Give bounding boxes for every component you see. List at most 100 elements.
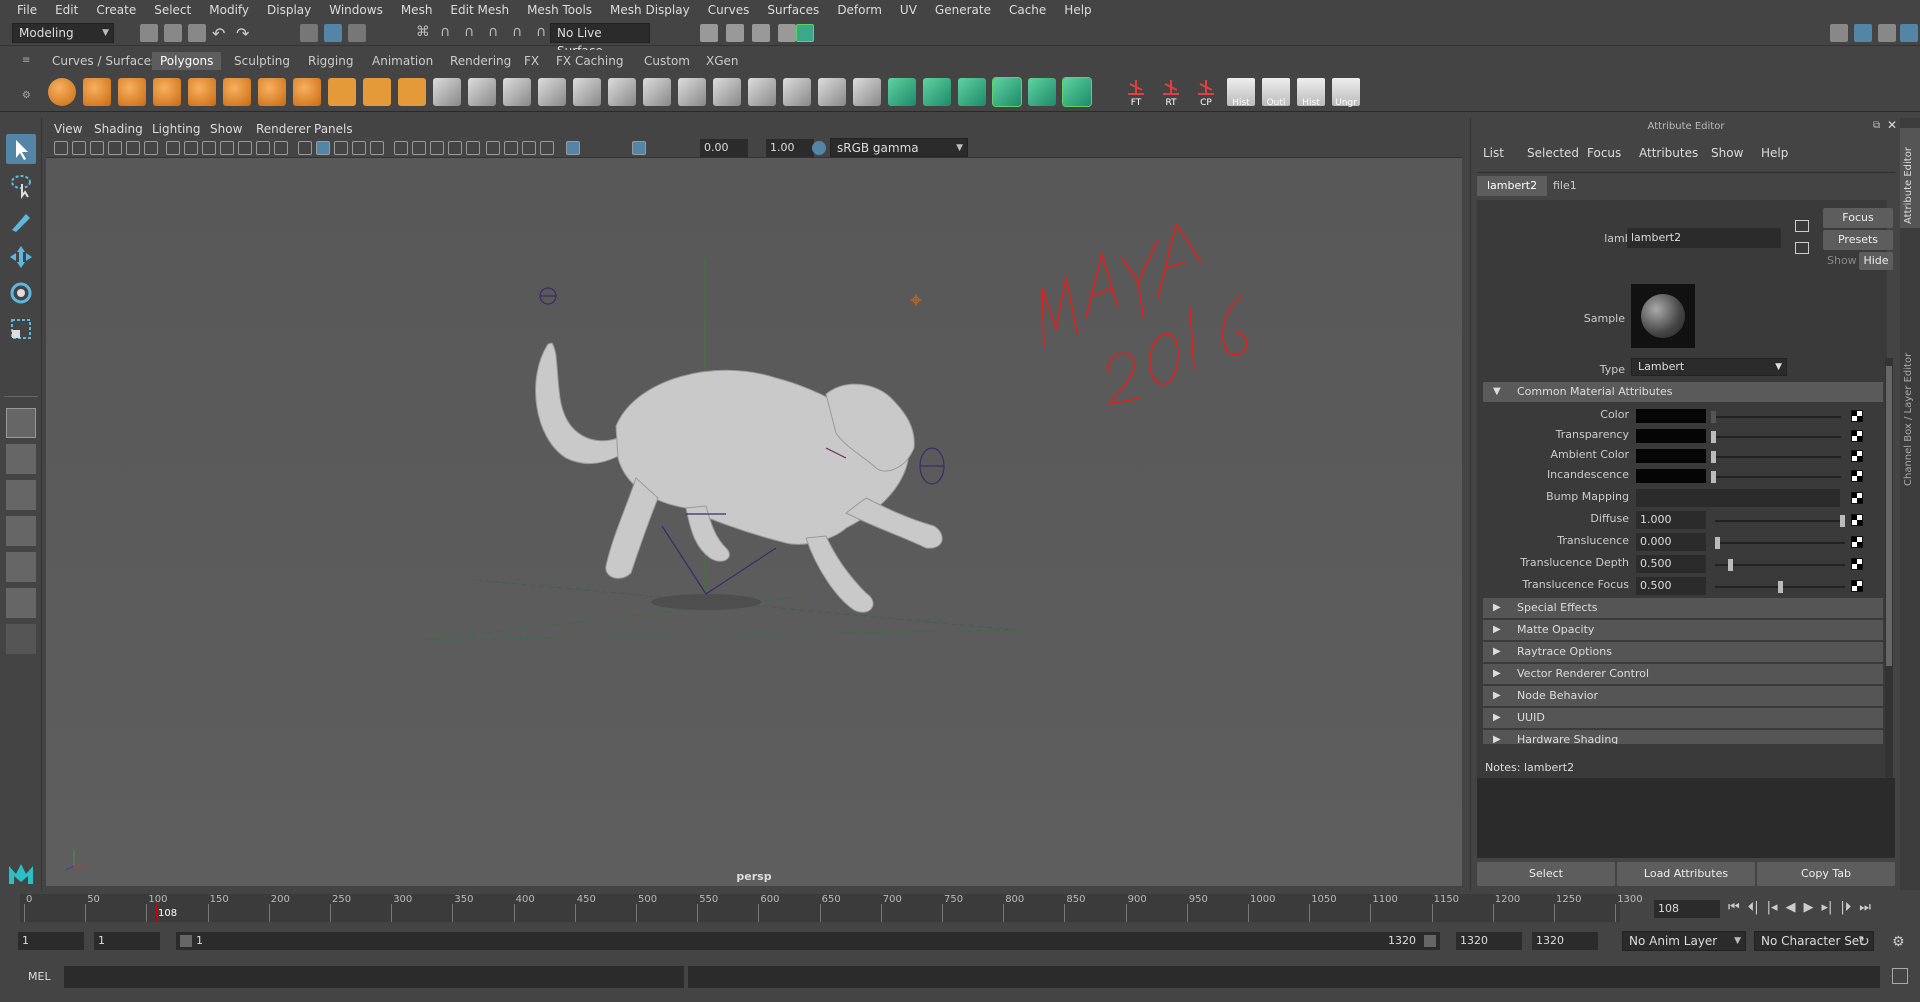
type-dropdown[interactable]: Lambert ▼ bbox=[1631, 358, 1787, 376]
shelf-tab-curves-surfaces[interactable]: Curves / Surfaces bbox=[44, 52, 165, 70]
bump-mapping-field[interactable] bbox=[1636, 489, 1840, 507]
bump-mapping-map-button-icon[interactable] bbox=[1851, 492, 1863, 504]
snap-point-icon[interactable]: ∩ bbox=[464, 24, 482, 42]
transparency-swatch[interactable] bbox=[1636, 429, 1706, 443]
save-scene-icon[interactable] bbox=[188, 24, 206, 42]
poly-cone-icon[interactable] bbox=[153, 78, 181, 106]
tab-file1[interactable]: file1 bbox=[1543, 176, 1587, 196]
translucence-focus-slider-knob[interactable] bbox=[1778, 581, 1783, 593]
poly-pyramid-icon[interactable] bbox=[258, 78, 286, 106]
mirror-icon[interactable] bbox=[503, 78, 531, 106]
presets-button[interactable]: Presets bbox=[1823, 230, 1893, 250]
section-special-effects[interactable]: ▶ Special Effects bbox=[1483, 598, 1883, 618]
incandescence-slider-knob[interactable] bbox=[1711, 471, 1716, 483]
paint-select-tool-icon[interactable] bbox=[6, 206, 36, 236]
undo-icon[interactable]: ↶ bbox=[212, 24, 230, 43]
combine-icon[interactable] bbox=[328, 78, 356, 106]
open-scene-icon[interactable] bbox=[164, 24, 182, 42]
menu-curves[interactable]: Curves bbox=[699, 0, 759, 20]
diffuse-slider-knob[interactable] bbox=[1840, 515, 1845, 527]
separate-icon[interactable] bbox=[363, 78, 391, 106]
translucence-depth-field[interactable]: 0.500 bbox=[1636, 555, 1706, 573]
auto-key-icon[interactable]: ↻ bbox=[1858, 934, 1870, 950]
depth-of-field-icon[interactable] bbox=[466, 141, 480, 155]
attr-menu-selected[interactable]: Selected bbox=[1527, 146, 1579, 160]
viewport-menu-lighting[interactable]: Lighting bbox=[152, 120, 201, 138]
gate-mask-icon[interactable] bbox=[220, 141, 234, 155]
play-backwards-icon[interactable]: ◀ bbox=[1786, 900, 1796, 915]
anti-alias-icon[interactable] bbox=[448, 141, 462, 155]
attr-menu-help[interactable]: Help bbox=[1761, 146, 1788, 160]
offset-edge-loop-icon[interactable] bbox=[748, 78, 776, 106]
shelf-tab-rigging[interactable]: Rigging bbox=[300, 52, 361, 70]
shelf-rt-1-icon[interactable]: RT bbox=[1157, 78, 1185, 108]
copy-tab-button[interactable]: Copy Tab bbox=[1757, 862, 1895, 886]
color-space-dropdown[interactable]: sRGB gamma ▼ bbox=[830, 138, 968, 157]
shelf-tab-custom[interactable]: Custom bbox=[636, 52, 698, 70]
uv-tool-3-icon[interactable] bbox=[992, 77, 1022, 107]
translucence-focus-map-button-icon[interactable] bbox=[1851, 580, 1863, 592]
menu-windows[interactable]: Windows bbox=[320, 0, 392, 20]
translucence-depth-slider-knob[interactable] bbox=[1728, 559, 1733, 571]
hide-button[interactable]: Hide bbox=[1859, 252, 1893, 270]
current-frame-field[interactable]: 108 bbox=[1654, 900, 1720, 918]
ambient-color-map-button-icon[interactable] bbox=[1851, 450, 1863, 462]
toggle-attr-editor-icon[interactable] bbox=[1900, 24, 1918, 42]
viewport-menu-renderer[interactable]: Renderer bbox=[256, 120, 311, 138]
range-slider[interactable]: 1 1320 bbox=[176, 932, 1440, 950]
more-layouts-icon[interactable] bbox=[6, 624, 36, 654]
smooth-icon[interactable] bbox=[433, 78, 461, 106]
insert-edge-loop-icon[interactable] bbox=[713, 78, 741, 106]
menu-mesh-display[interactable]: Mesh Display bbox=[601, 0, 699, 20]
section-raytrace-options[interactable]: ▶ Raytrace Options bbox=[1483, 642, 1883, 662]
notes-textarea[interactable] bbox=[1477, 778, 1895, 858]
diffuse-map-button-icon[interactable] bbox=[1851, 514, 1863, 526]
menu-mesh[interactable]: Mesh bbox=[392, 0, 442, 20]
ambient-color-swatch[interactable] bbox=[1636, 449, 1706, 463]
snap-surface-icon[interactable]: ∩ bbox=[512, 24, 530, 42]
smooth-shade-icon[interactable] bbox=[316, 141, 330, 155]
shelf-tab-animation[interactable]: Animation bbox=[364, 52, 441, 70]
section-matte-opacity[interactable]: ▶ Matte Opacity bbox=[1483, 620, 1883, 640]
section-vector-renderer-control[interactable]: ▶ Vector Renderer Control bbox=[1483, 664, 1883, 684]
hypershade-icon[interactable] bbox=[796, 24, 814, 42]
shelf-cp-2-icon[interactable]: CP bbox=[1192, 78, 1220, 108]
menu-display[interactable]: Display bbox=[258, 0, 320, 20]
incandescence-map-button-icon[interactable] bbox=[1851, 470, 1863, 482]
move-tool-icon[interactable] bbox=[6, 242, 36, 272]
select-component-icon[interactable] bbox=[348, 24, 366, 42]
incandescence-swatch[interactable] bbox=[1636, 469, 1706, 483]
tab-lambert2[interactable]: lambert2 bbox=[1477, 176, 1548, 196]
boolean-icon[interactable] bbox=[468, 78, 496, 106]
bridge-icon[interactable] bbox=[538, 78, 566, 106]
translucence-depth-slider[interactable] bbox=[1715, 564, 1845, 566]
range-start-handle[interactable] bbox=[180, 935, 192, 947]
select-hierarchy-icon[interactable] bbox=[300, 24, 318, 42]
attr-menu-focus[interactable]: Focus bbox=[1587, 146, 1621, 160]
wedge-icon[interactable] bbox=[853, 78, 881, 106]
menu-edit-mesh[interactable]: Edit Mesh bbox=[441, 0, 518, 20]
menu-deform[interactable]: Deform bbox=[828, 0, 891, 20]
grease-pencil-icon[interactable] bbox=[144, 141, 158, 155]
viewport-menu-show[interactable]: Show bbox=[210, 120, 242, 138]
play-forwards-icon[interactable]: ▶ bbox=[1804, 900, 1814, 915]
step-forward-key-icon[interactable]: ▸| bbox=[1822, 900, 1833, 915]
time-slider[interactable]: 0 50 100 150 200 250 300 350 400 450 500 550 600 650 7… bbox=[0, 890, 1920, 926]
snap-grid-icon[interactable]: ⌘ bbox=[416, 24, 434, 42]
command-input[interactable] bbox=[64, 966, 684, 988]
node-name-field[interactable]: lambert2 bbox=[1627, 228, 1781, 248]
viewport-menu-panels[interactable]: Panels bbox=[314, 120, 353, 138]
diffuse-field[interactable]: 1.000 bbox=[1636, 511, 1706, 529]
attr-menu-show[interactable]: Show bbox=[1711, 146, 1743, 160]
persp-graph-layout-icon[interactable] bbox=[6, 552, 36, 582]
poly-plane-icon[interactable] bbox=[188, 78, 216, 106]
translucence-slider[interactable] bbox=[1715, 542, 1845, 544]
color-slider-knob[interactable] bbox=[1711, 411, 1716, 423]
anim-prefs-icon[interactable]: ⚙ bbox=[1892, 934, 1905, 950]
extrude-icon[interactable] bbox=[573, 78, 601, 106]
character-set-dropdown[interactable]: No Character Set bbox=[1754, 931, 1874, 951]
uv-tool-5-icon[interactable] bbox=[1062, 77, 1092, 107]
xray-joints-icon[interactable] bbox=[522, 141, 536, 155]
transparency-map-button-icon[interactable] bbox=[1851, 430, 1863, 442]
render-view-icon[interactable] bbox=[778, 24, 796, 42]
